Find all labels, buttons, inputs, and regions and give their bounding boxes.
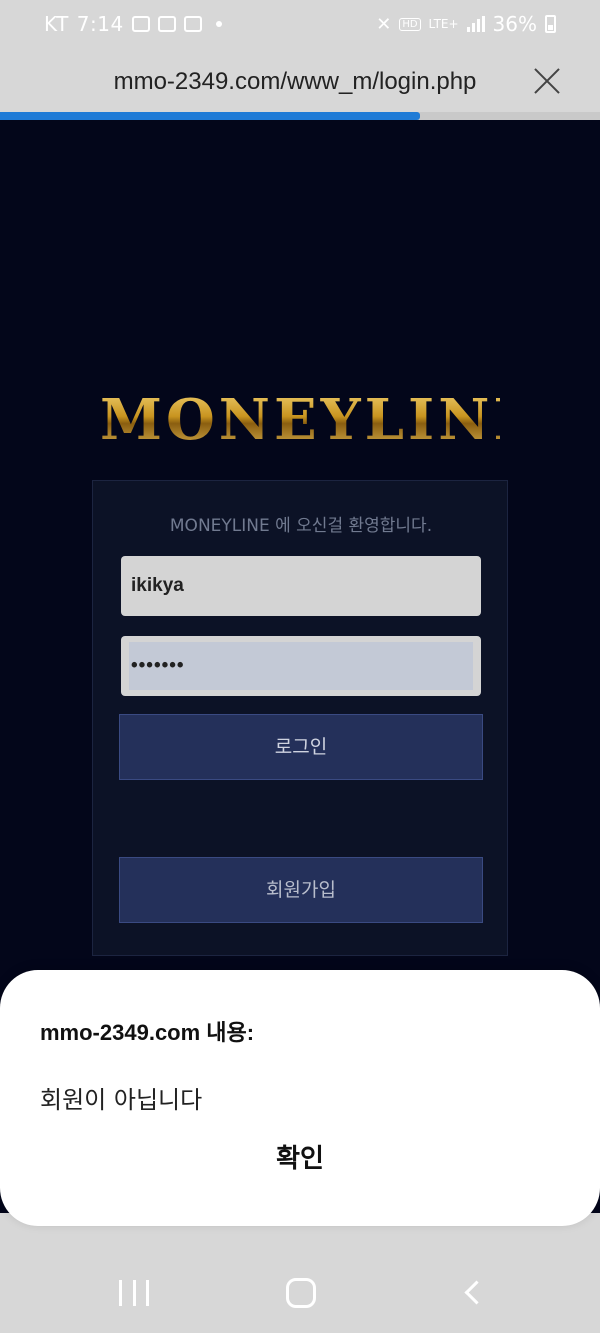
clock: 7:14 <box>76 12 124 36</box>
alert-dialog: mmo-2349.com 내용: 회원이 아닙니다 확인 <box>0 970 600 1226</box>
carrier-label: KT <box>44 12 69 36</box>
address-bar: mmo-2349.com/www_m/login.php <box>0 52 600 112</box>
password-value: ••••••• <box>129 642 473 690</box>
moneyline-logo: MONEYLINE <box>100 387 541 453</box>
status-right: ✕ HD LTE+ 36% <box>376 12 556 36</box>
dialog-ok-button[interactable]: 확인 <box>200 1134 400 1184</box>
recents-icon[interactable] <box>119 1280 149 1306</box>
url-text[interactable]: mmo-2349.com/www_m/login.php <box>0 68 590 96</box>
navigation-bar <box>0 1250 600 1333</box>
gallery-icon <box>131 16 150 32</box>
username-input[interactable]: ikikya <box>121 556 481 616</box>
welcome-message: MONEYLINE 에 오신걸 환영합니다. <box>169 516 433 536</box>
password-input[interactable]: ••••••• <box>121 636 481 696</box>
hd-badge: HD <box>399 17 421 31</box>
dialog-message: 회원이 아닙니다 <box>40 1086 203 1114</box>
mute-icon: ✕ <box>376 13 392 35</box>
vpn-icon <box>183 16 202 32</box>
login-panel: MONEYLINE 에 오신걸 환영합니다. ikikya ••••••• 로그… <box>92 480 508 956</box>
home-icon[interactable] <box>286 1278 316 1308</box>
battery-percent: 36% <box>492 12 537 36</box>
signal-icon <box>466 16 485 32</box>
back-icon[interactable] <box>460 1280 486 1306</box>
battery-icon <box>545 15 556 33</box>
page-load-progress <box>0 112 600 120</box>
status-left: KT 7:14 <box>44 12 222 36</box>
signup-button[interactable]: 회원가입 <box>119 857 483 923</box>
notification-dot-icon <box>215 21 222 27</box>
status-bar: KT 7:14 ✕ HD LTE+ 36% <box>0 0 600 52</box>
message-icon <box>157 16 176 32</box>
dialog-title: mmo-2349.com 내용: <box>40 1020 255 1045</box>
close-icon[interactable] <box>532 66 562 96</box>
network-label: LTE+ <box>428 17 459 31</box>
login-button[interactable]: 로그인 <box>119 714 483 780</box>
page-load-progress-fill <box>0 112 420 120</box>
